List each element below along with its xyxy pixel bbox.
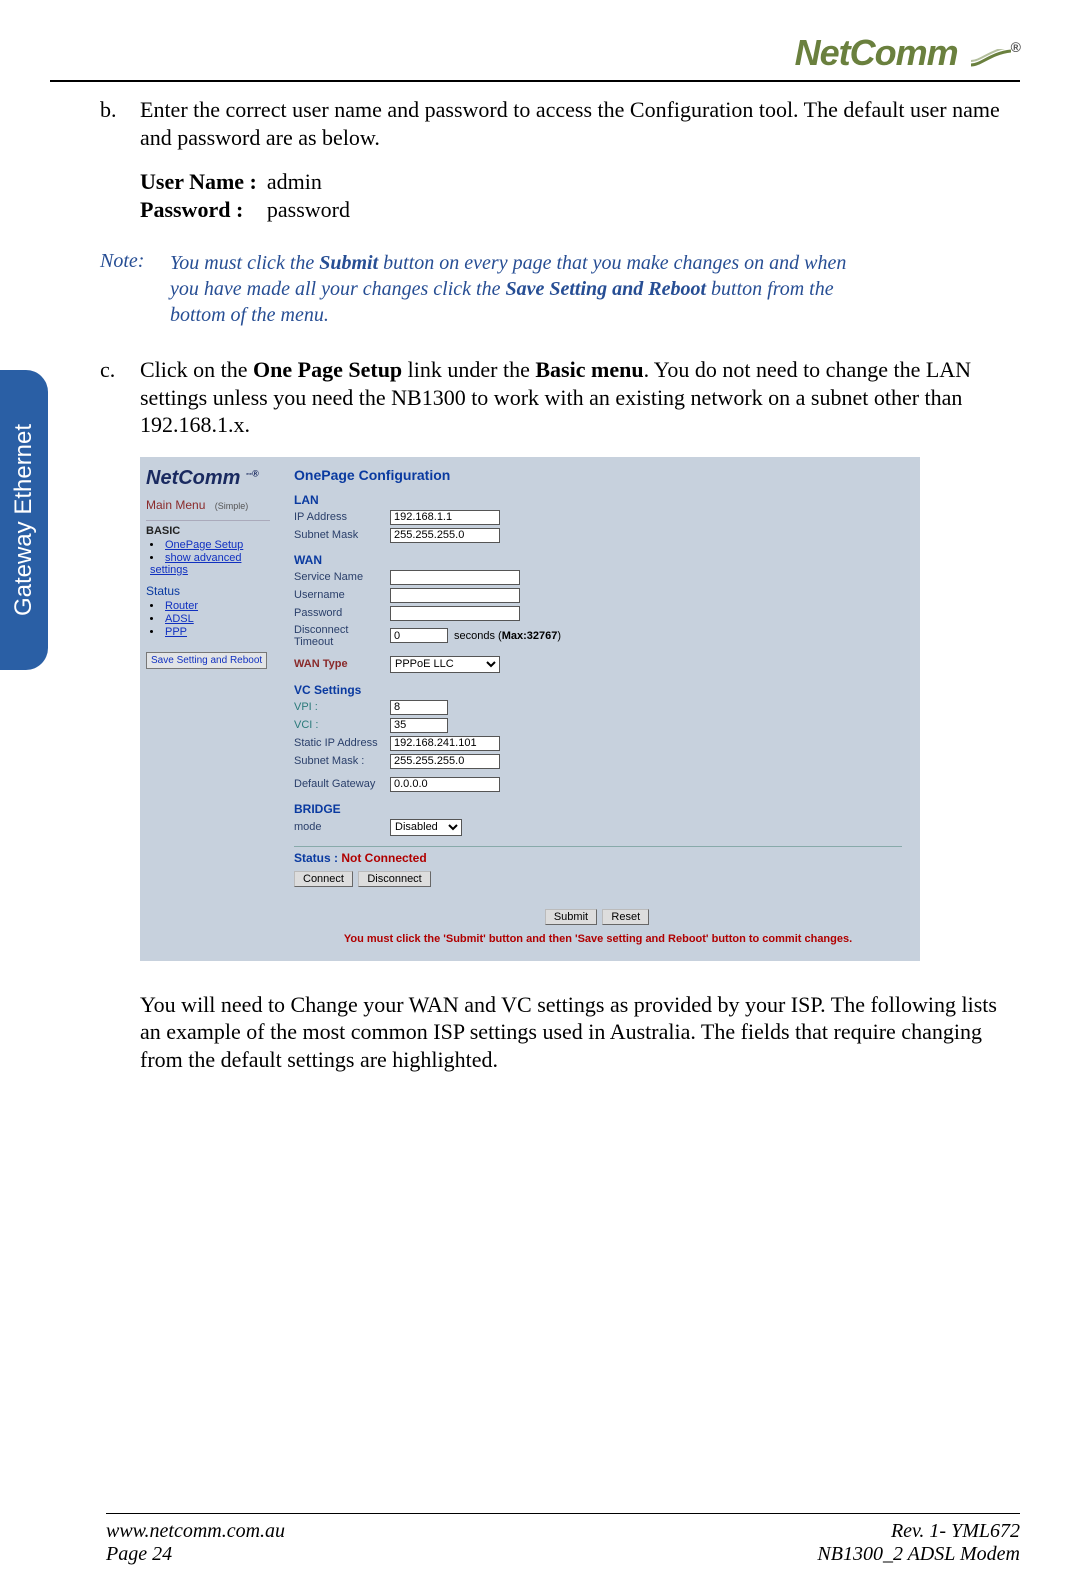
connect-button[interactable]: Connect: [294, 871, 353, 887]
vc-mask-label: Subnet Mask :: [294, 755, 390, 767]
wan-disc-input[interactable]: [390, 628, 448, 643]
vci-input[interactable]: [390, 718, 448, 733]
list-marker-b: b.: [100, 96, 140, 124]
gw-label: Default Gateway: [294, 778, 390, 790]
submit-button[interactable]: Submit: [545, 909, 597, 925]
config-title: OnePage Configuration: [294, 467, 902, 483]
footer-url: www.netcomm.com.au: [106, 1520, 285, 1543]
sidebar-item-ppp[interactable]: PPP: [150, 626, 270, 638]
lan-ip-label: IP Address: [294, 511, 390, 523]
wan-pass-input[interactable]: [390, 606, 520, 621]
swoosh-mini-icon: --®: [246, 468, 259, 478]
wan-type-select[interactable]: PPPoE LLC: [390, 656, 500, 673]
footer-rev: Rev. 1- YML672: [817, 1520, 1020, 1543]
wan-user-label: Username: [294, 589, 390, 601]
wan-service-input[interactable]: [390, 570, 520, 585]
sidebar-item-router[interactable]: Router: [150, 600, 270, 612]
wan-disc-suffix: seconds (Max:32767): [454, 630, 561, 642]
wan-pass-label: Password: [294, 607, 390, 619]
status-heading: Status: [146, 584, 270, 598]
username-value: admin: [267, 169, 360, 197]
disconnect-button[interactable]: Disconnect: [358, 871, 430, 887]
username-label: User Name :: [140, 169, 267, 197]
bridge-mode-label: mode: [294, 821, 390, 833]
note-label: Note:: [100, 250, 170, 328]
brand-logo: NetComm ®: [795, 32, 1020, 76]
follow-paragraph: You will need to Change your WAN and VC …: [140, 991, 1020, 1074]
static-ip-input[interactable]: [390, 736, 500, 751]
wan-type-label: WAN Type: [294, 658, 390, 670]
commit-warning: You must click the 'Submit' button and t…: [294, 933, 902, 945]
gw-input[interactable]: [390, 777, 500, 792]
list-item-c: Click on the One Page Setup link under t…: [140, 356, 1020, 439]
connection-status: Status : Not Connected: [294, 846, 902, 865]
password-label: Password :: [140, 197, 267, 225]
section-tab: Gateway Ethernet: [0, 370, 48, 670]
note-body: You must click the Submit button on ever…: [170, 250, 1020, 328]
lan-heading: LAN: [294, 493, 902, 507]
vpi-label: VPI :: [294, 701, 390, 713]
password-value: password: [267, 197, 360, 225]
lan-mask-input[interactable]: [390, 528, 500, 543]
wan-disc-label: Disconnect Timeout: [294, 624, 390, 648]
config-screenshot: NetComm --® Main Menu (Simple) BASIC One…: [140, 457, 920, 961]
main-menu-mode: (Simple): [215, 501, 249, 511]
wan-service-label: Service Name: [294, 571, 390, 583]
basic-heading: BASIC: [146, 520, 270, 537]
list-item-b: Enter the correct user name and password…: [140, 96, 1020, 151]
screenshot-brand: NetComm --®: [146, 467, 270, 490]
vpi-input[interactable]: [390, 700, 448, 715]
main-menu-label: Main Menu: [146, 498, 205, 512]
vc-mask-input[interactable]: [390, 754, 500, 769]
footer-page: Page 24: [106, 1543, 285, 1566]
lan-ip-input[interactable]: [390, 510, 500, 525]
vc-heading: VC Settings: [294, 683, 902, 697]
lan-mask-label: Subnet Mask: [294, 529, 390, 541]
wan-heading: WAN: [294, 553, 902, 567]
save-reboot-button[interactable]: Save Setting and Reboot: [146, 652, 267, 669]
wan-user-input[interactable]: [390, 588, 520, 603]
list-marker-c: c.: [100, 356, 140, 384]
vci-label: VCI :: [294, 719, 390, 731]
bridge-mode-select[interactable]: Disabled: [390, 819, 462, 836]
reset-button[interactable]: Reset: [602, 909, 649, 925]
sidebar-item-onepage[interactable]: OnePage Setup: [150, 539, 270, 551]
swoosh-icon: [971, 34, 1011, 76]
note-block: Note: You must click the Submit button o…: [100, 250, 1020, 328]
footer-product: NB1300_2 ADSL Modem: [817, 1543, 1020, 1566]
static-ip-label: Static IP Address: [294, 737, 390, 749]
sidebar-item-advanced[interactable]: show advanced settings: [150, 552, 270, 576]
bridge-heading: BRIDGE: [294, 802, 902, 816]
sidebar-item-adsl[interactable]: ADSL: [150, 613, 270, 625]
credentials-table: User Name : admin Password : password: [140, 169, 360, 225]
